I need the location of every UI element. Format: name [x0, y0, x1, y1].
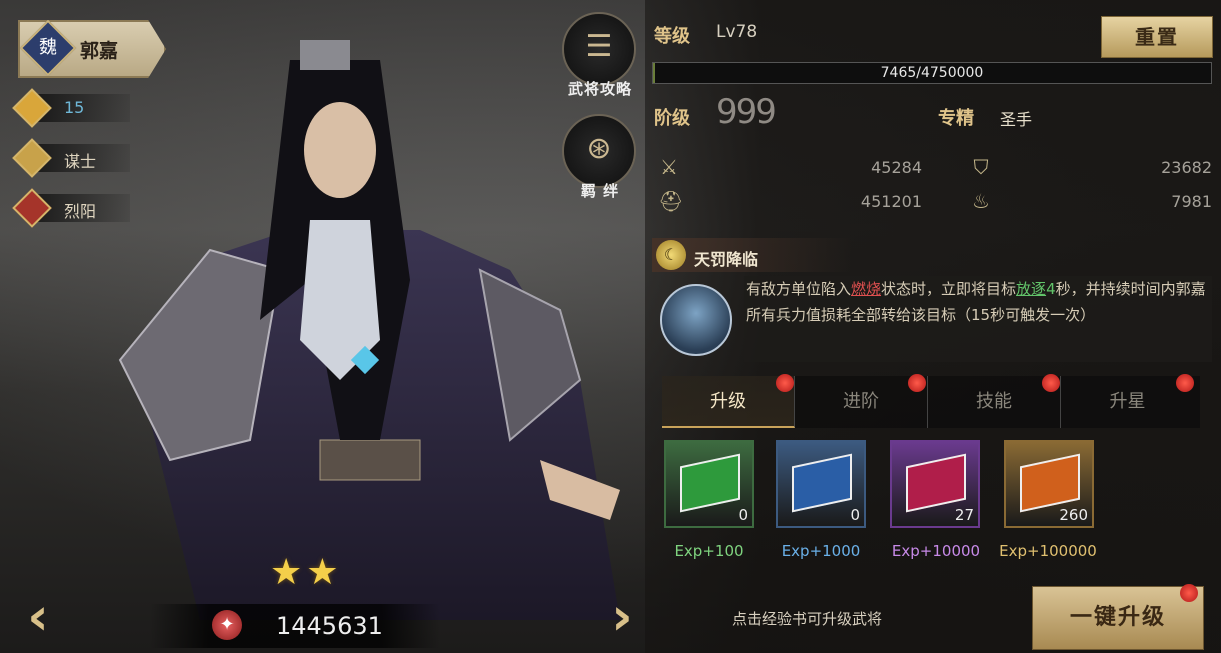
- faction-badge: 魏: [19, 20, 77, 77]
- tab-star-up[interactable]: 升星: [1061, 376, 1194, 428]
- specialty-label: 专精: [938, 108, 974, 129]
- book-icon: [680, 453, 740, 513]
- helmet-icon: ⛑: [658, 189, 684, 213]
- bond-label: 羁 绊: [580, 182, 620, 200]
- book-icon: [906, 453, 966, 513]
- exp-book-blue[interactable]: 0: [776, 440, 866, 528]
- class-row: 谋士: [12, 138, 130, 178]
- skill-description: 有敌方单位陷入燃烧状态时，立即将目标放逐4秒，并持续时间内郭嘉所有兵力值损耗全部…: [746, 280, 1206, 324]
- exile-keyword[interactable]: 放逐: [1016, 280, 1046, 298]
- book-exp-label: Exp+10000: [891, 542, 981, 560]
- notification-dot: [908, 374, 926, 392]
- rank-marks: 999: [716, 92, 777, 132]
- exp-book-purple[interactable]: 27: [890, 440, 980, 528]
- book-icon: [1020, 453, 1080, 513]
- one-click-upgrade-button[interactable]: 一键升级: [1032, 586, 1204, 650]
- attack-value: 45284: [871, 158, 922, 177]
- guide-button[interactable]: ☰: [562, 12, 636, 86]
- hero-name: 郭嘉: [80, 40, 119, 62]
- book-exp-label: Exp+1000: [781, 542, 861, 560]
- trait-row: 烈阳: [12, 188, 130, 228]
- hero-class: 谋士: [64, 152, 97, 171]
- scroll-icon: ☰: [585, 29, 613, 64]
- sword-icon: ⚔: [660, 155, 678, 179]
- moon-icon: ☾: [656, 240, 686, 270]
- defense-value: 23682: [1161, 158, 1212, 177]
- level-label: 等级: [654, 26, 690, 47]
- star-icon: ★: [270, 552, 303, 593]
- reset-button[interactable]: 重置: [1101, 16, 1213, 58]
- previous-hero-button[interactable]: ‹: [18, 590, 58, 644]
- shield-icon: ⛉: [973, 155, 989, 179]
- notification-dot: [1176, 374, 1194, 392]
- rank-label: 阶级: [654, 108, 690, 129]
- exp-book-green[interactable]: 0: [664, 440, 754, 528]
- book-exp-label: Exp+100000: [999, 542, 1097, 560]
- star-icon: ★: [306, 552, 339, 593]
- notification-dot: [1042, 374, 1060, 392]
- hero-portrait: [118, 40, 620, 620]
- exp-progress-bar: 7465/4750000: [652, 62, 1212, 84]
- book-count: 260: [1059, 506, 1088, 524]
- upgrade-hint: 点击经验书可升级武将: [732, 610, 883, 628]
- tab-bar: 升级 进阶 技能 升星: [662, 376, 1200, 428]
- specialty-value: 圣手: [1000, 110, 1033, 129]
- bond-button[interactable]: ⊛: [562, 114, 636, 188]
- combat-power-icon: ✦: [212, 610, 242, 640]
- exp-book-orange[interactable]: 260: [1004, 440, 1094, 528]
- bond-circle-icon: ⊛: [586, 131, 612, 166]
- hero-stars: ★ ★: [270, 552, 343, 593]
- level-badge: 15: [64, 98, 85, 117]
- troops-value: 451201: [860, 192, 922, 211]
- burn-keyword[interactable]: 燃烧: [851, 280, 881, 298]
- book-icon: [792, 453, 852, 513]
- notification-dot: [1180, 584, 1198, 602]
- hero-trait: 烈阳: [64, 202, 97, 221]
- troop-bag-icon: ♨: [972, 189, 990, 213]
- book-count: 0: [738, 506, 748, 524]
- book-exp-label: Exp+100: [674, 542, 744, 560]
- hero-nameplate: 魏 郭嘉: [18, 20, 166, 78]
- book-count: 27: [954, 506, 974, 524]
- skill-name: 天罚降临: [694, 250, 759, 269]
- next-hero-button[interactable]: ›: [602, 590, 642, 644]
- skill-portrait[interactable]: [660, 284, 732, 356]
- level-badge-row: 15: [12, 88, 130, 128]
- book-count: 0: [850, 506, 860, 524]
- level-value: Lv78: [716, 22, 758, 42]
- notification-dot: [776, 374, 794, 392]
- combat-power-value: 1445631: [276, 612, 383, 640]
- supply-value: 7981: [1171, 192, 1212, 211]
- guide-label: 武将攻略: [567, 80, 632, 98]
- exp-progress-text: 7465/4750000: [880, 65, 984, 81]
